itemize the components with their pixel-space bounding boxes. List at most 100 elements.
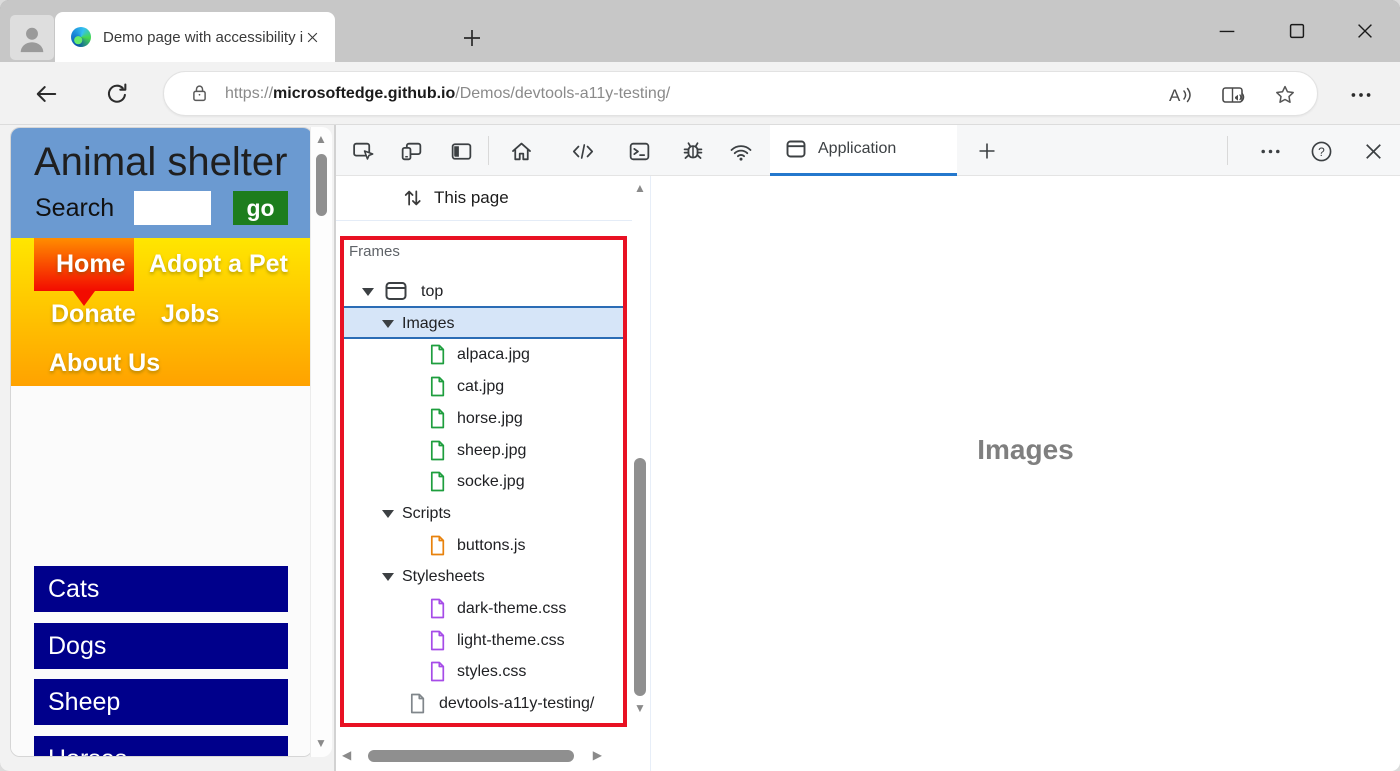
browser-window: Demo page with accessibility issu [0, 0, 1400, 771]
tree-row-label: horse.jpg [457, 410, 523, 428]
tree-row-styles-css[interactable]: styles.css [336, 656, 628, 687]
file-image-icon [429, 440, 446, 461]
inspect-icon[interactable] [350, 138, 376, 164]
console-icon[interactable] [626, 138, 652, 164]
file-image-icon [429, 408, 446, 429]
page-header: Animal shelter Search go [11, 128, 312, 238]
scroll-up-icon[interactable]: ▲ [634, 182, 646, 194]
page-scrollbar[interactable]: ▲ ▼ [310, 127, 332, 757]
tab-close-icon[interactable] [305, 30, 320, 45]
url-text[interactable]: https://microsoftedge.github.io/Demos/de… [225, 85, 670, 103]
tree-row-buttons-js[interactable]: buttons.js [336, 530, 628, 561]
nav-link-home[interactable]: Home [56, 250, 125, 279]
network-wifi-icon[interactable] [728, 138, 754, 164]
tree-row-images[interactable]: Images [336, 308, 628, 339]
scroll-up-icon[interactable]: ▲ [315, 133, 327, 145]
tree-row-label: socke.jpg [457, 473, 525, 491]
sidebar-horizontal-scrollbar[interactable]: ◀ ▶ [340, 747, 626, 765]
tree-row-light-theme-css[interactable]: light-theme.css [336, 625, 628, 656]
tree-row-alpaca-jpg[interactable]: alpaca.jpg [336, 339, 628, 370]
url-domain: microsoftedge.github.io [273, 85, 455, 102]
go-button[interactable]: go [233, 191, 288, 225]
tree-row-horse-jpg[interactable]: horse.jpg [336, 403, 628, 434]
address-bar[interactable]: https://microsoftedge.github.io/Demos/de… [163, 71, 1318, 116]
search-input[interactable] [134, 191, 211, 225]
browser-toolbar: https://microsoftedge.github.io/Demos/de… [0, 62, 1400, 125]
url-path: /Demos/devtools-a11y-testing/ [455, 85, 670, 102]
application-main-panel: Images [651, 176, 1400, 771]
expander-triangle-icon[interactable] [382, 320, 394, 328]
scroll-down-icon[interactable]: ▼ [315, 737, 327, 749]
tree-row-label: cat.jpg [457, 378, 504, 396]
browser-tab[interactable]: Demo page with accessibility issu [55, 12, 335, 62]
debugger-bug-icon[interactable] [680, 138, 706, 164]
toolbar-separator [1227, 136, 1228, 165]
window-close-button[interactable] [1354, 20, 1376, 42]
page-nav: Home Adopt a Pet Donate Jobs About Us [11, 238, 312, 386]
expander-triangle-icon[interactable] [382, 510, 394, 518]
close-devtools-icon[interactable] [1360, 138, 1386, 164]
nav-link-jobs[interactable]: Jobs [161, 300, 219, 329]
tree-row-devtools-a11y-testing[interactable]: devtools-a11y-testing/ [336, 688, 628, 719]
nav-link-about[interactable]: About Us [49, 349, 160, 378]
window-maximize-button[interactable] [1286, 20, 1308, 42]
page-viewport: Animal shelter Search go Home Adopt a Pe… [0, 125, 334, 771]
toolbar-separator [488, 136, 489, 165]
nav-link-donate[interactable]: Donate [51, 300, 136, 329]
pet-button-horses[interactable]: Horses [34, 736, 288, 757]
immersive-reader-icon[interactable] [1220, 83, 1247, 107]
tree-row-label: top [421, 283, 443, 301]
tab-application[interactable]: Application [770, 125, 957, 176]
application-sidebar: This page Frames topImagesalpaca.jpgcat.… [336, 176, 650, 771]
expander-triangle-icon[interactable] [362, 288, 374, 296]
read-aloud-icon[interactable]: A [1168, 83, 1194, 107]
sidebar-vertical-scrollbar[interactable]: ▲ ▼ [632, 180, 648, 747]
tree-row-sheep-jpg[interactable]: sheep.jpg [336, 435, 628, 466]
sources-icon[interactable] [570, 138, 596, 164]
dock-side-icon[interactable] [448, 138, 474, 164]
file-image-icon [429, 471, 446, 492]
tree-row-stylesheets[interactable]: Stylesheets [336, 561, 628, 592]
window-minimize-button[interactable] [1216, 20, 1238, 42]
browser-settings-more-icon[interactable] [1348, 82, 1374, 108]
page-body: Welcome to the shelter CatsDogsSheepHors… [11, 386, 312, 757]
add-panel-icon[interactable] [974, 138, 1000, 164]
scroll-left-icon[interactable]: ◀ [342, 749, 351, 761]
url-scheme: https:// [225, 85, 273, 102]
page-title: Animal shelter [34, 140, 287, 185]
nav-link-adopt[interactable]: Adopt a Pet [149, 250, 288, 279]
file-stylesheet-icon [429, 630, 446, 651]
file-stylesheet-icon [429, 598, 446, 619]
lock-icon[interactable] [190, 83, 209, 104]
animal-shelter-page: Animal shelter Search go Home Adopt a Pe… [10, 127, 313, 757]
tree-row-label: alpaca.jpg [457, 346, 530, 364]
application-window-icon [784, 137, 808, 161]
profile-avatar[interactable] [10, 15, 54, 60]
more-tools-icon[interactable] [1257, 138, 1283, 164]
pet-button-sheep[interactable]: Sheep [34, 679, 288, 725]
tree-row-cat-jpg[interactable]: cat.jpg [336, 371, 628, 402]
pet-button-dogs[interactable]: Dogs [34, 623, 288, 669]
browser-titlebar: Demo page with accessibility issu [0, 0, 1400, 62]
favorites-star-icon[interactable] [1273, 83, 1297, 107]
file-stylesheet-icon [429, 661, 446, 682]
page-scrollbar-thumb[interactable] [316, 154, 327, 216]
tree-row-top[interactable]: top [336, 276, 628, 307]
expander-triangle-icon[interactable] [382, 573, 394, 581]
tree-row-scripts[interactable]: Scripts [336, 498, 628, 529]
welcome-home-icon[interactable] [508, 138, 534, 164]
tree-row-dark-theme-css[interactable]: dark-theme.css [336, 593, 628, 624]
scroll-down-icon[interactable]: ▼ [634, 702, 646, 714]
new-tab-button[interactable] [460, 26, 484, 50]
sidebar-hscroll-thumb[interactable] [368, 750, 574, 762]
sidebar-vscroll-thumb[interactable] [634, 458, 646, 696]
device-emulation-icon[interactable] [398, 138, 424, 164]
tree-row-socke-jpg[interactable]: socke.jpg [336, 466, 628, 497]
svg-text:A: A [1169, 86, 1181, 105]
search-label: Search [35, 194, 114, 223]
help-icon[interactable]: ? [1308, 138, 1334, 164]
pet-button-cats[interactable]: Cats [34, 566, 288, 612]
scroll-right-icon[interactable]: ▶ [593, 749, 602, 761]
back-button[interactable] [33, 81, 59, 107]
refresh-button[interactable] [104, 81, 130, 107]
